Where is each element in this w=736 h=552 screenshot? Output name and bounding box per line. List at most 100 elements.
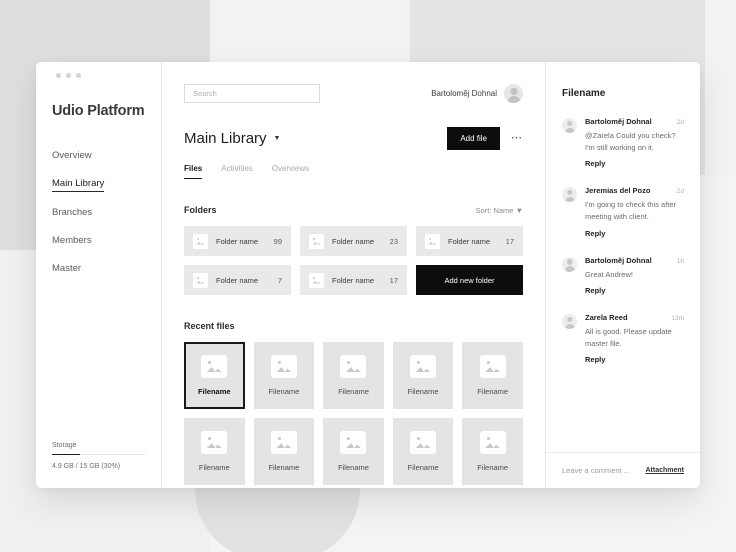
file-name: Filename [407, 463, 439, 472]
file-card[interactable]: Filename [323, 342, 384, 409]
sun-icon [486, 361, 490, 364]
file-name: Filename [338, 387, 369, 396]
comment-header: Jeremias del Pozo 2d [585, 186, 684, 195]
file-card[interactable]: Filename [253, 342, 315, 409]
page-header: Main Library ▼ Add file ⋯ [184, 127, 523, 150]
page-title[interactable]: Main Library ▼ [184, 130, 280, 147]
chevron-down-icon[interactable]: ▼ [274, 135, 281, 142]
folder-count: 17 [505, 236, 514, 246]
comment-author: Jeremias del Pozo [585, 186, 651, 196]
mountain-icon [345, 443, 361, 448]
folder-card[interactable]: Folder name 17 [416, 226, 523, 256]
comment-author: Zarela Reed [585, 313, 628, 323]
tab-activities[interactable]: Activities [221, 164, 253, 179]
mountain-icon [415, 367, 431, 372]
file-card[interactable]: Filename [392, 418, 454, 485]
image-thumbnail-icon [193, 272, 208, 288]
file-card[interactable]: Filename [323, 418, 384, 485]
tab-overviews[interactable]: Overviews [272, 164, 309, 179]
comment-text: Great Andrew! [585, 269, 633, 279]
recent-files-section-header: Recent files [184, 321, 523, 331]
user-menu[interactable]: Bartoloměj Dohnal [431, 84, 523, 103]
mountain-icon [485, 443, 501, 448]
comments-panel: Filename Bartoloměj Dohnal 2d @Zarela Coul… [545, 62, 700, 488]
file-name: Filename [407, 387, 439, 396]
user-avatar-icon[interactable] [504, 84, 523, 103]
folder-name: Folder name [332, 275, 375, 285]
brand-title: Udio Platform [52, 103, 145, 119]
attachment-link[interactable]: Attachment [645, 467, 684, 474]
comment-body: Jeremias del Pozo 2d I'm going to check th… [585, 186, 684, 240]
file-card-selected[interactable]: Filename [184, 342, 245, 409]
page-title-text: Main Library [184, 130, 267, 147]
folder-count: 99 [273, 236, 282, 246]
panel-title: Filename [562, 88, 606, 99]
sidebar-item-overview[interactable]: Overview [52, 141, 92, 169]
mountain-icon [345, 367, 361, 372]
main-content: Bartoloměj Dohnal Main Library ▼ Add fil… [162, 62, 545, 488]
file-card[interactable]: Filename [184, 418, 245, 485]
comment-timestamp: 2d [676, 188, 684, 196]
reply-button[interactable]: Reply [585, 159, 605, 168]
background-shape-4 [705, 0, 736, 175]
sun-icon [197, 237, 199, 240]
user-name: Bartoloměj Dohnal [431, 89, 497, 98]
image-thumbnail-icon [309, 233, 324, 249]
reply-button[interactable]: Reply [585, 229, 605, 238]
sidebar-item-main-library[interactable]: Main Library [52, 169, 105, 192]
image-thumbnail-icon [410, 355, 437, 378]
file-card[interactable]: Filename [253, 418, 315, 485]
file-name: Filename [338, 463, 369, 472]
image-thumbnail-icon [340, 355, 367, 378]
maximize-dot-icon[interactable] [76, 73, 81, 78]
folder-card[interactable]: Folder name 7 [184, 265, 291, 295]
folder-count: 7 [277, 275, 282, 285]
folder-card[interactable]: Folder name 99 [184, 226, 291, 256]
reply-button[interactable]: Reply [585, 286, 605, 295]
image-thumbnail-icon [425, 233, 440, 249]
comment-item: Jeremias del Pozo 2d I'm going to check th… [562, 186, 684, 240]
storage-widget: Storage 4.9 GB / 15 GB (30%) [52, 442, 145, 470]
comment-input[interactable] [562, 466, 644, 475]
file-card[interactable]: Filename [462, 342, 523, 409]
sun-icon [277, 361, 281, 364]
sun-icon [277, 437, 281, 440]
mountain-icon [428, 241, 437, 245]
sidebar-item-branches[interactable]: Branches [52, 198, 92, 226]
image-thumbnail-icon [410, 431, 437, 454]
sidebar-item-members[interactable]: Members [52, 226, 92, 254]
search-input[interactable] [184, 84, 320, 103]
mountain-icon [196, 241, 205, 245]
mountain-icon [276, 367, 292, 372]
add-file-button[interactable]: Add file [447, 127, 500, 150]
folder-card[interactable]: Folder name 17 [300, 265, 407, 295]
image-thumbnail-icon [340, 431, 367, 454]
image-thumbnail-icon [479, 431, 506, 454]
folder-card[interactable]: Folder name 23 [300, 226, 407, 256]
image-thumbnail-icon [193, 233, 208, 249]
folder-count: 17 [389, 275, 398, 285]
folders-grid: Folder name 99 Folder name 23 Folder name 17 F… [184, 226, 523, 295]
image-thumbnail-icon [309, 272, 324, 288]
storage-value: 4.9 GB / 15 GB (30%) [52, 463, 121, 470]
file-card[interactable]: Filename [462, 418, 523, 485]
image-thumbnail-icon [270, 431, 297, 454]
image-thumbnail-icon [479, 355, 506, 378]
comment-avatar-icon [562, 256, 577, 272]
file-name: Filename [198, 387, 231, 396]
minimize-dot-icon[interactable] [66, 73, 71, 78]
comment-header: Bartoloměj Dohnal 2d [585, 117, 684, 126]
reply-button[interactable]: Reply [585, 355, 605, 364]
mountain-icon [276, 443, 292, 448]
window-traffic-lights[interactable] [52, 62, 145, 78]
kebab-menu-icon[interactable]: ⋯ [511, 133, 523, 144]
file-name: Filename [477, 463, 509, 472]
sort-dropdown[interactable]: Sort: Name ▼ [476, 206, 523, 215]
file-card[interactable]: Filename [392, 342, 454, 409]
tab-files[interactable]: Files [184, 164, 203, 179]
add-new-folder-button[interactable]: Add new folder [416, 265, 523, 295]
mountain-icon [312, 241, 321, 245]
image-thumbnail-icon [201, 431, 228, 454]
sidebar-item-master[interactable]: Master [52, 254, 81, 282]
close-dot-icon[interactable] [56, 73, 61, 78]
